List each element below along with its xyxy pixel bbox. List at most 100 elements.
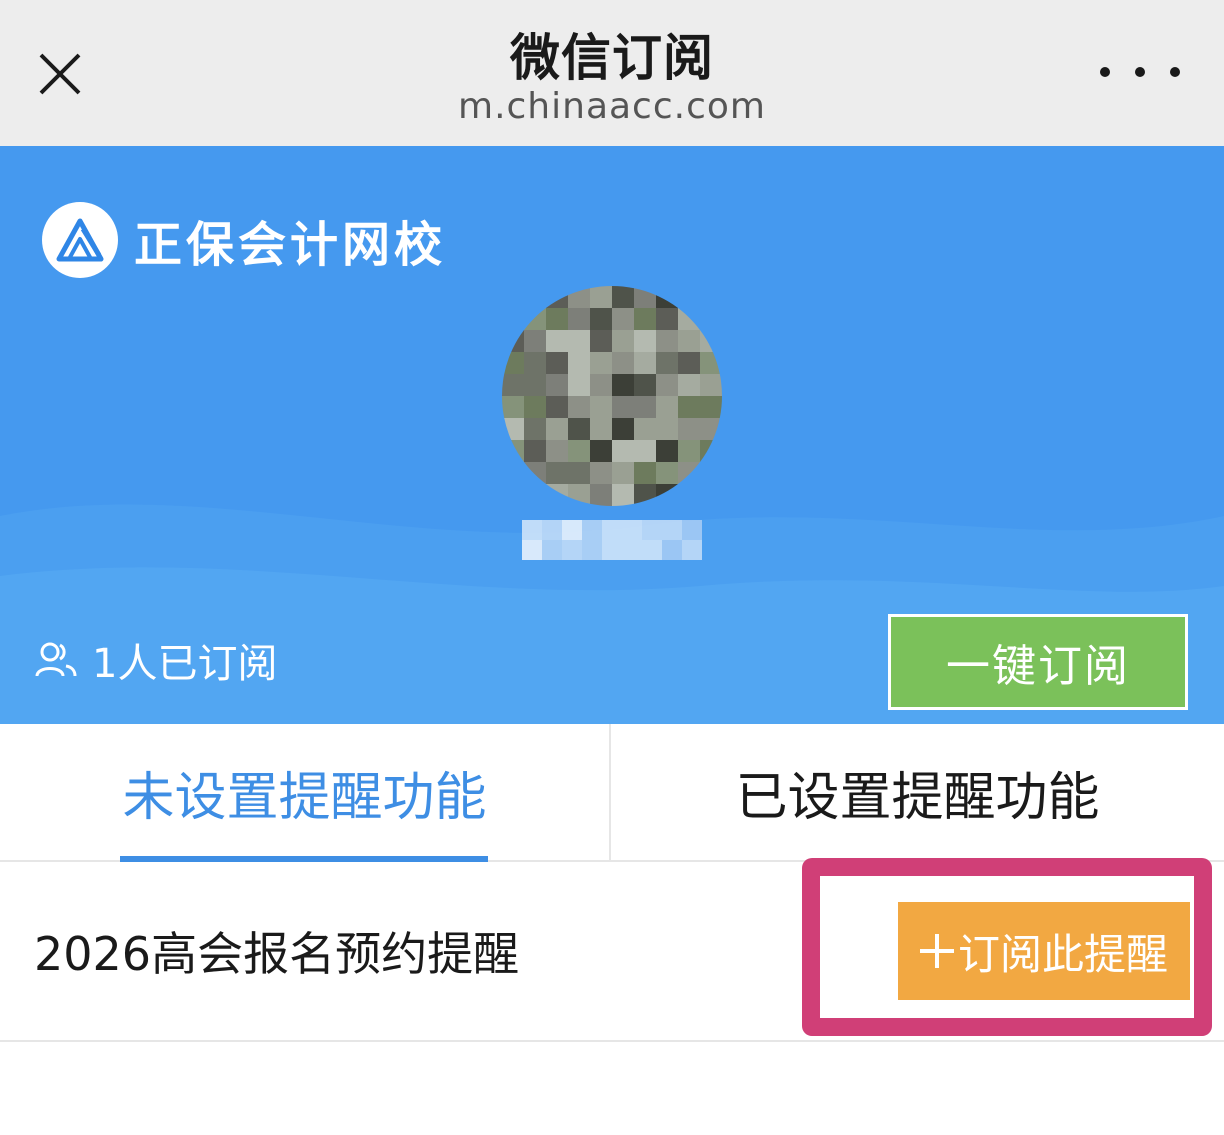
avatar-pixel [546,396,568,418]
account-name-pixel [582,520,602,540]
avatar-pixel [546,462,568,484]
avatar-pixel [656,308,678,330]
avatar-pixel [568,440,590,462]
avatar-pixel [568,308,590,330]
subscriber-count: 1人已订阅 [34,634,278,687]
avatar-pixel [546,418,568,440]
avatar-pixel [524,418,546,440]
avatar-pixel [590,484,612,506]
account-name-blurred [522,520,702,560]
avatar-pixel [612,308,634,330]
avatar-pixel [656,352,678,374]
top-nav-bar: 微信订阅 m.chinaacc.com [0,0,1224,146]
avatar-pixel [612,440,634,462]
brand-name: 正保会计网校 [134,217,447,273]
more-dots-icon [1100,67,1110,77]
avatar-pixel [678,396,700,418]
avatar-pixel [656,418,678,440]
users-icon [35,642,77,677]
subscribe-reminder-label: 订阅此提醒 [957,929,1168,979]
avatar-pixel [656,396,678,418]
account-name-pixel [642,520,662,540]
avatar-pixel [524,440,546,462]
avatar-pixel [590,330,612,352]
avatar-pixel [612,462,634,484]
page-domain: m.chinaacc.com [458,86,766,127]
avatar-pixel [634,462,656,484]
avatar-pixel [700,396,722,418]
account-name-pixel [542,520,562,540]
reminder-tabs: 未设置提醒功能 已设置提醒功能 [0,724,1224,862]
avatar-pixel [656,440,678,462]
avatar-pixel [678,330,700,352]
avatar-pixel [546,352,568,374]
avatar-pixel [590,440,612,462]
avatar-pixel [590,352,612,374]
account-name-pixel [662,540,682,560]
tab-unset-reminders[interactable]: 未设置提醒功能 [0,724,609,860]
avatar-pixel [546,330,568,352]
avatar-pixel [656,330,678,352]
account-name-pixel [602,520,622,540]
tab-set-reminders[interactable]: 已设置提醒功能 [611,724,1224,860]
avatar-pixel [524,330,546,352]
avatar-pixel [590,308,612,330]
account-banner: 正保会计网校 1人已订阅 一键订阅 [0,146,1224,724]
avatar-pixel [634,440,656,462]
avatar-pixel [590,374,612,396]
account-name-pixel [582,540,602,560]
avatar-pixel [678,418,700,440]
account-name-pixel [562,540,582,560]
avatar-pixel [634,308,656,330]
avatar-pixel [612,396,634,418]
avatar-pixel [568,418,590,440]
avatar[interactable] [502,286,722,506]
avatar-pixel [656,374,678,396]
avatar-pixel [634,396,656,418]
account-name-pixel [602,540,622,560]
subscribe-all-button[interactable]: 一键订阅 [888,614,1188,710]
avatar-pixel [634,374,656,396]
subscribe-reminder-button[interactable]: 订阅此提醒 [898,902,1190,1000]
chinaacc-logo-icon [42,202,118,278]
account-name-pixel [562,520,582,540]
avatar-pixel [502,396,524,418]
avatar-pixel [524,352,546,374]
account-name-pixel [682,520,702,540]
avatar-pixel [502,374,524,396]
avatar-pixel [612,330,634,352]
subscriber-count-text: 1人已订阅 [92,641,278,687]
avatar-pixel [656,462,678,484]
avatar-pixel [524,374,546,396]
avatar-pixel [546,308,568,330]
avatar-pixel [678,440,700,462]
avatar-pixel [568,374,590,396]
account-name-pixel [642,540,662,560]
avatar-pixel [612,484,634,506]
avatar-pixel [590,462,612,484]
list-item: 2026高会报名预约提醒 订阅此提醒 [0,858,1224,1042]
avatar-pixel [568,330,590,352]
avatar-pixel [634,352,656,374]
more-button[interactable] [1100,50,1180,94]
avatar-pixel [634,330,656,352]
avatar-pixel [546,374,568,396]
avatar-pixel [678,374,700,396]
account-name-pixel [682,540,702,560]
avatar-pixel [612,352,634,374]
avatar-pixel [568,462,590,484]
account-name-pixel [522,540,542,560]
reminder-title: 2026高会报名预约提醒 [34,927,520,981]
avatar-pixel [700,374,722,396]
plus-icon [919,934,954,968]
brand: 正保会计网校 [42,202,446,278]
account-name-pixel [622,520,642,540]
avatar-pixel [612,374,634,396]
avatar-image [502,286,722,506]
avatar-pixel [612,286,634,308]
avatar-pixel [612,418,634,440]
account-name-pixel [662,520,682,540]
account-name-pixel [622,540,642,560]
avatar-pixel [590,396,612,418]
avatar-pixel [568,396,590,418]
